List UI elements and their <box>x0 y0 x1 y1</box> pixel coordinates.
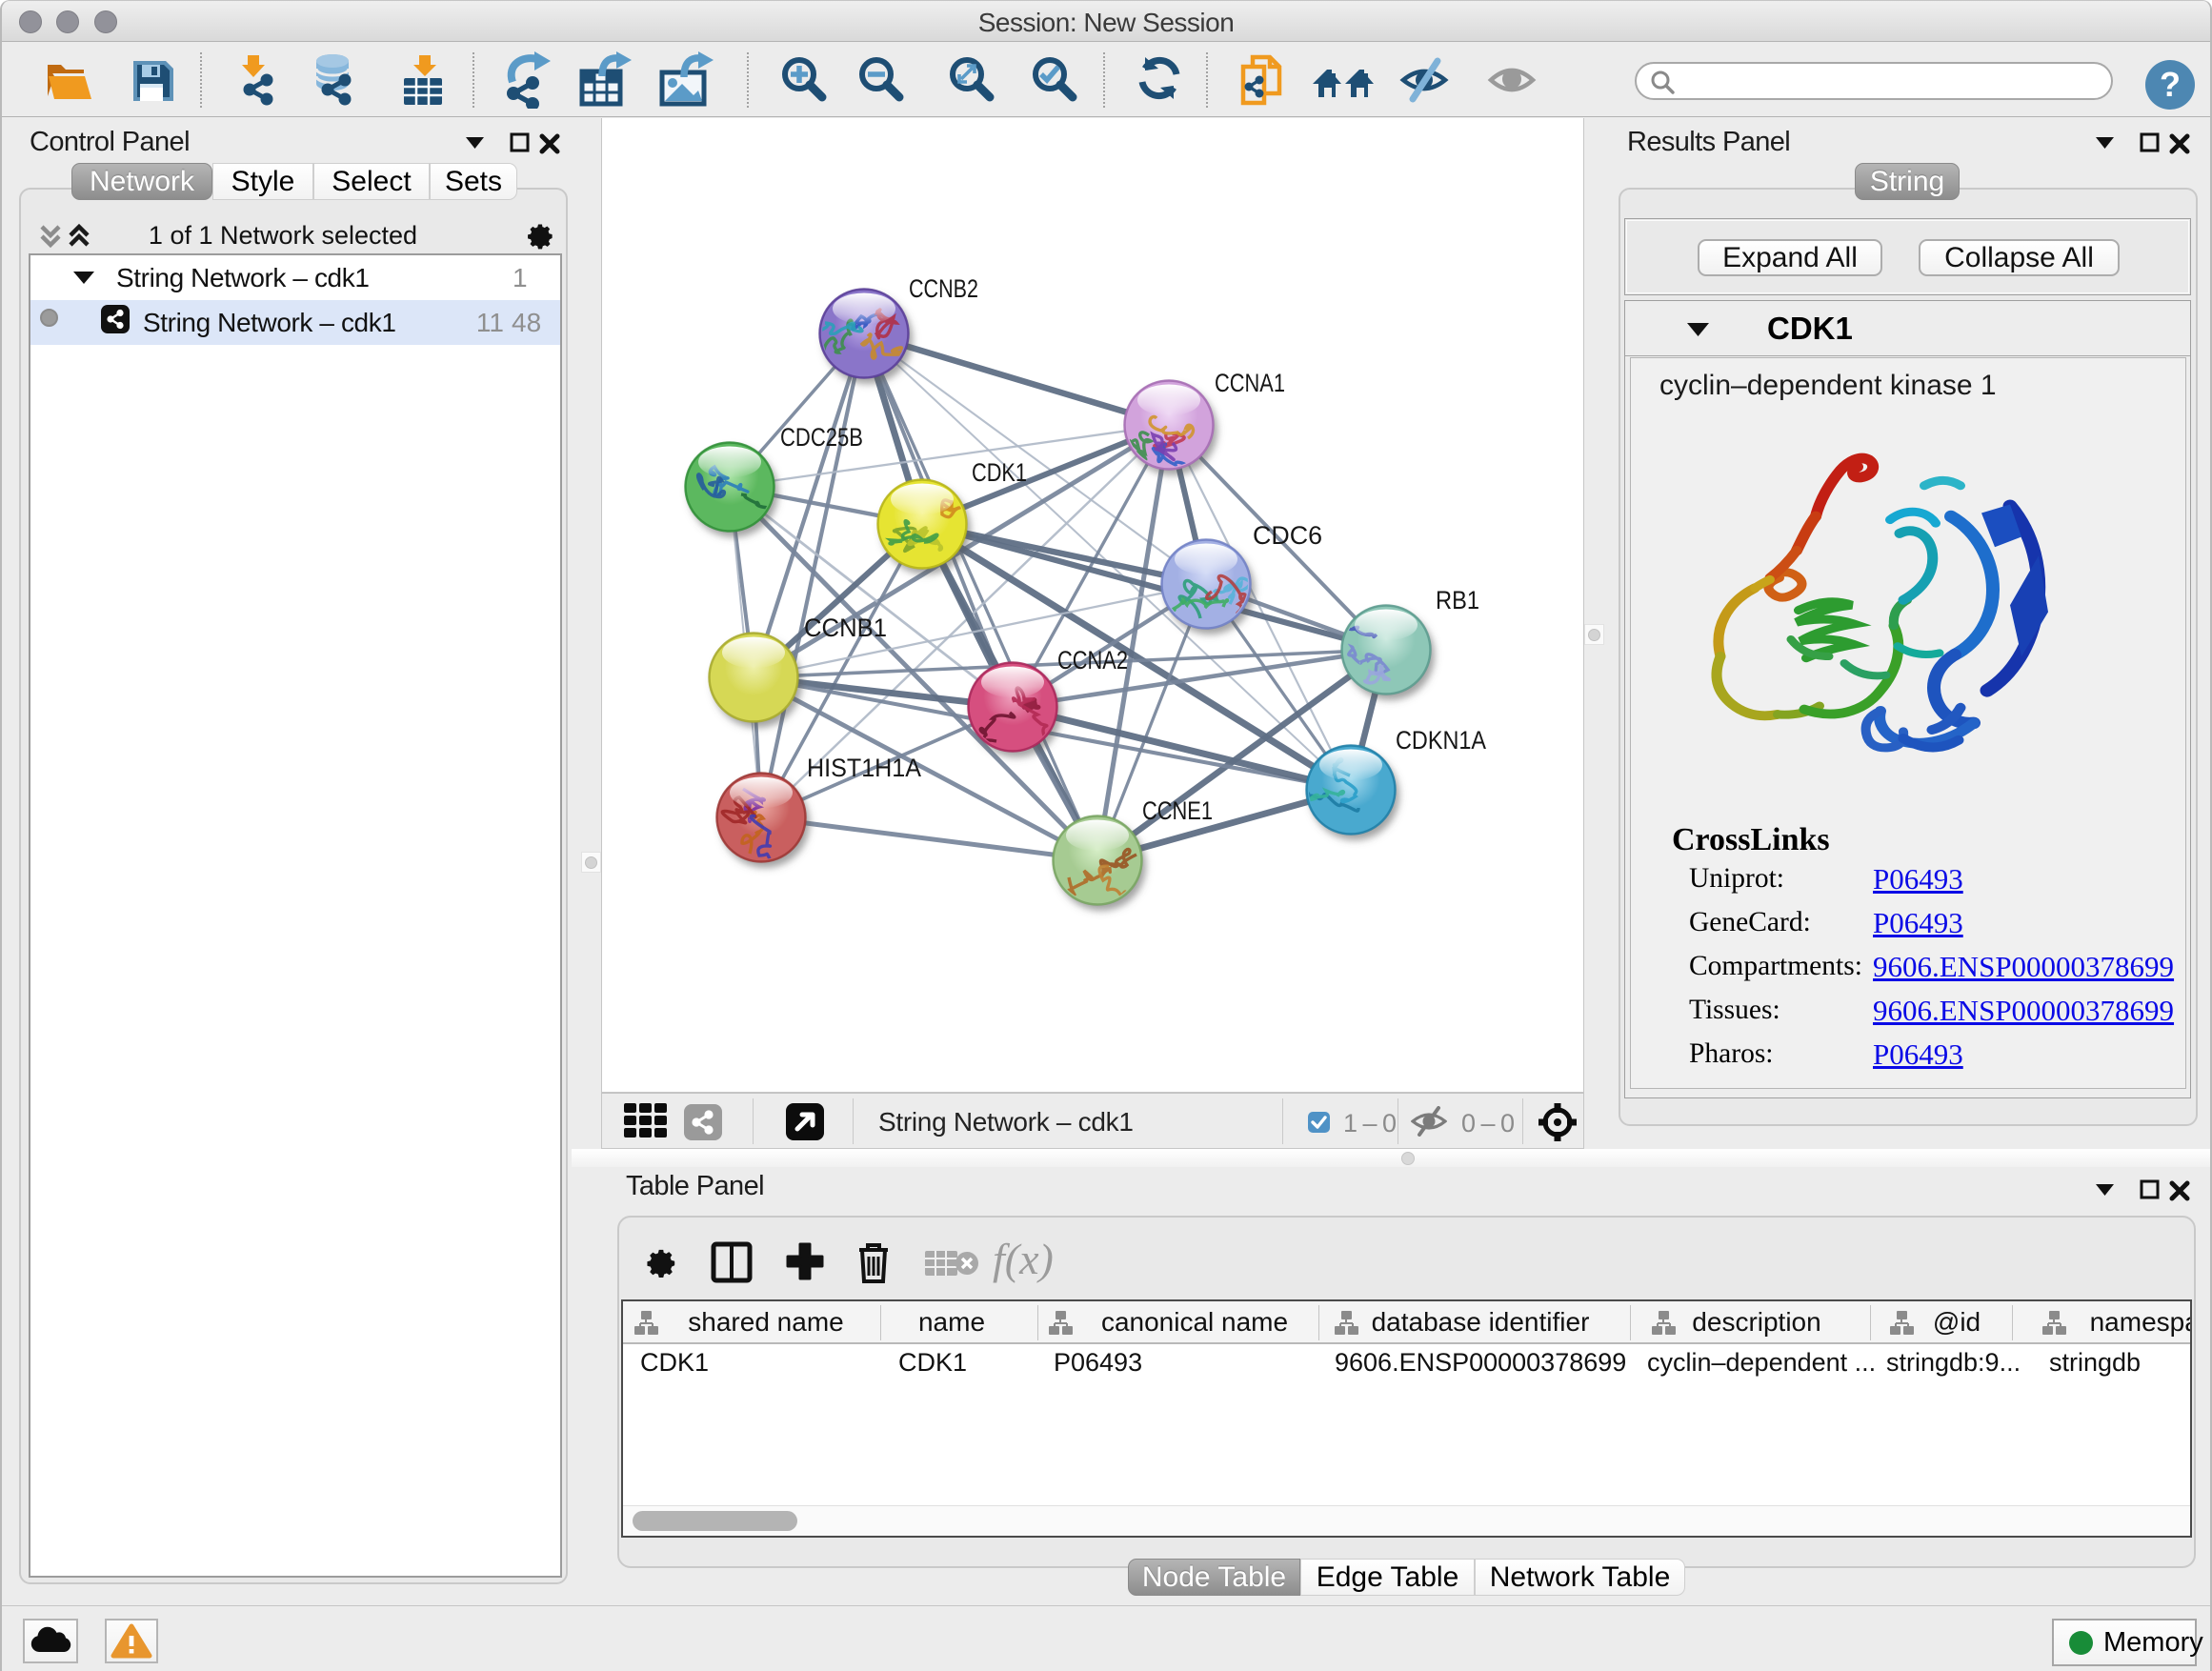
svg-text:CDK1: CDK1 <box>972 458 1027 487</box>
svg-text:CDC6: CDC6 <box>1253 521 1322 550</box>
svg-text:CDKN1A: CDKN1A <box>1396 726 1486 755</box>
svg-text:CCNE1: CCNE1 <box>1142 796 1213 825</box>
svg-text:CCNA1: CCNA1 <box>1215 369 1285 397</box>
svg-text:CCNA2: CCNA2 <box>1057 646 1128 674</box>
svg-text:HIST1H1A: HIST1H1A <box>807 754 921 782</box>
svg-text:CCNB2: CCNB2 <box>909 274 978 303</box>
svg-text:CCNB1: CCNB1 <box>804 614 887 642</box>
svg-text:CDC25B: CDC25B <box>780 423 863 452</box>
svg-text:RB1: RB1 <box>1436 586 1479 614</box>
